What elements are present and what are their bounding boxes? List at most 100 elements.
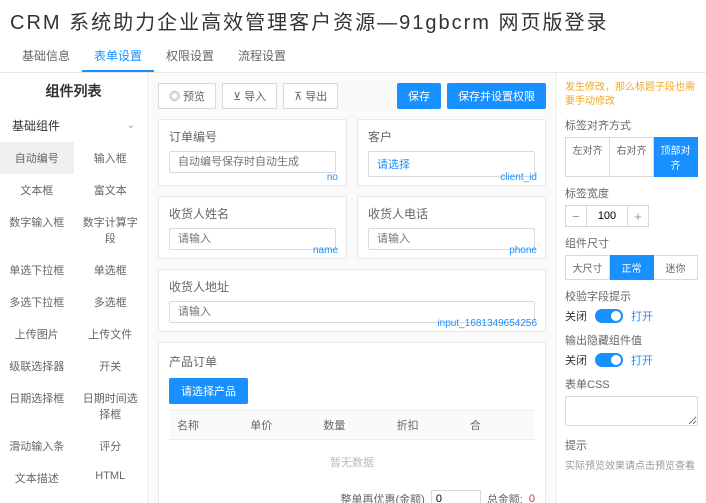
comp-switch[interactable]: 开关	[74, 350, 148, 382]
component-sidebar: 组件列表 基础组件 ⌄ 自动编号 输入框 文本框 富文本 数字输入框 数字计算字…	[0, 73, 148, 503]
align-segment: 左对齐 右对齐 顶部对齐	[565, 137, 698, 177]
on-text: 打开	[631, 308, 653, 324]
comp-auto-number[interactable]: 自动编号	[0, 142, 74, 174]
size-segment: 大尺寸 正常 迷你	[565, 255, 698, 280]
tab-form-design[interactable]: 表单设置	[82, 41, 154, 72]
canvas-toolbar: ◎ 预览 ⊻ 导入 ⊼ 导出 保存 保存并设置权限	[158, 83, 546, 109]
select-product-button[interactable]: 请选择产品	[169, 378, 248, 404]
form-canvas: ◎ 预览 ⊻ 导入 ⊼ 导出 保存 保存并设置权限 订单编号 no 客户 请选择…	[148, 73, 556, 503]
prop-label-width: 标签宽度	[565, 185, 698, 201]
comp-select-multi[interactable]: 多选下拉框	[0, 286, 74, 318]
total-label: 总金额:	[487, 491, 523, 503]
field-id: name	[313, 245, 338, 256]
col-discount: 折扣	[389, 411, 462, 439]
sidebar-title: 组件列表	[0, 73, 147, 109]
comp-datetime-picker[interactable]: 日期时间选择框	[74, 382, 148, 430]
tab-permission[interactable]: 权限设置	[154, 41, 226, 72]
size-normal[interactable]: 正常	[610, 255, 654, 280]
discount-label: 整单再优惠(金额)	[340, 491, 424, 503]
col-price: 单价	[242, 411, 315, 439]
tab-workflow[interactable]: 流程设置	[226, 41, 298, 72]
size-mini[interactable]: 迷你	[654, 255, 698, 280]
prop-tip-label: 提示	[565, 437, 698, 453]
product-footer: 整单再优惠(金额) 总金额: 0	[169, 484, 535, 503]
field-label: 收货人电话	[368, 205, 535, 222]
field-id: input_1681349654256	[437, 318, 537, 329]
page-title: CRM 系统助力企业高效管理客户资源—91gbcrm 网页版登录	[0, 0, 706, 41]
comp-html[interactable]: HTML	[74, 462, 148, 494]
comp-upload-file[interactable]: 上传文件	[74, 318, 148, 350]
prop-size-label: 组件尺寸	[565, 235, 698, 251]
top-tabs: 基础信息 表单设置 权限设置 流程设置	[0, 41, 706, 73]
field-receiver-phone[interactable]: 收货人电话 phone	[357, 196, 546, 259]
field-id: phone	[509, 245, 537, 256]
comp-rate[interactable]: 评分	[74, 430, 148, 462]
comp-number-input[interactable]: 数字输入框	[0, 206, 74, 254]
comp-input[interactable]: 输入框	[74, 142, 148, 174]
align-top[interactable]: 顶部对齐	[654, 137, 698, 177]
size-large[interactable]: 大尺寸	[565, 255, 610, 280]
align-right[interactable]: 右对齐	[610, 137, 654, 177]
product-order-title: 产品订单	[169, 353, 535, 370]
product-order-section[interactable]: 产品订单 请选择产品 名称 单价 数量 折扣 合 暂无数据 整单再优惠(金额) …	[158, 342, 546, 503]
col-qty: 数量	[315, 411, 388, 439]
field-customer[interactable]: 客户 请选择 client_id	[357, 119, 546, 186]
col-total: 合	[462, 411, 535, 439]
comp-text-desc[interactable]: 文本描述	[0, 462, 74, 494]
label-width-input[interactable]	[587, 205, 627, 227]
comp-select-single[interactable]: 单选下拉框	[0, 254, 74, 286]
comp-cascader[interactable]: 级联选择器	[0, 350, 74, 382]
field-id: no	[327, 172, 338, 183]
product-table-header: 名称 单价 数量 折扣 合	[169, 410, 535, 440]
field-receiver-name[interactable]: 收货人姓名 name	[158, 196, 347, 259]
field-id: client_id	[500, 172, 537, 183]
preview-button[interactable]: ◎ 预览	[158, 83, 216, 109]
off-text: 关闭	[565, 308, 587, 324]
save-and-permission-button[interactable]: 保存并设置权限	[447, 83, 546, 109]
prop-css-label: 表单CSS	[565, 376, 698, 392]
prop-validate-label: 校验字段提示	[565, 288, 698, 304]
save-button[interactable]: 保存	[397, 83, 441, 109]
off-text: 关闭	[565, 352, 587, 368]
align-left[interactable]: 左对齐	[565, 137, 610, 177]
field-receiver-address[interactable]: 收货人地址 input_1681349654256	[158, 269, 546, 332]
stepper-plus[interactable]: +	[627, 205, 649, 227]
comp-checkbox[interactable]: 多选框	[74, 286, 148, 318]
field-order-no[interactable]: 订单编号 no	[158, 119, 347, 186]
group-system-components[interactable]: 系统组件 ›	[0, 494, 147, 503]
receiver-name-input[interactable]	[169, 228, 336, 250]
order-no-input[interactable]	[169, 151, 336, 173]
field-label: 客户	[368, 128, 535, 145]
prop-hidden-label: 输出隐藏组件值	[565, 332, 698, 348]
prop-align-label: 标签对齐方式	[565, 117, 698, 133]
validate-switch[interactable]	[595, 309, 623, 323]
tab-basic-info[interactable]: 基础信息	[10, 41, 82, 72]
group-basic-components[interactable]: 基础组件 ⌄	[0, 109, 147, 142]
export-button[interactable]: ⊼ 导出	[283, 83, 338, 109]
on-text: 打开	[631, 352, 653, 368]
comp-upload-image[interactable]: 上传图片	[0, 318, 74, 350]
col-name: 名称	[169, 411, 242, 439]
comp-date-picker[interactable]: 日期选择框	[0, 382, 74, 430]
stepper-minus[interactable]: −	[565, 205, 587, 227]
basic-components-grid: 自动编号 输入框 文本框 富文本 数字输入框 数字计算字段 单选下拉框 单选框 …	[0, 142, 147, 494]
tip-text: 实际预览效果请点击预览查看	[565, 457, 698, 472]
property-panel: 发生修改，那么标题子段也需要手动修改 标签对齐方式 左对齐 右对齐 顶部对齐 标…	[556, 73, 706, 503]
comp-richtext[interactable]: 富文本	[74, 174, 148, 206]
field-label: 收货人地址	[169, 278, 535, 295]
comp-number-calc[interactable]: 数字计算字段	[74, 206, 148, 254]
warning-text: 发生修改，那么标题子段也需要手动修改	[565, 81, 698, 109]
field-label: 订单编号	[169, 128, 336, 145]
empty-placeholder: 暂无数据	[169, 440, 535, 484]
comp-radio[interactable]: 单选框	[74, 254, 148, 286]
label-width-stepper: − +	[565, 205, 698, 227]
form-css-input[interactable]	[565, 396, 698, 426]
import-button[interactable]: ⊻ 导入	[222, 83, 277, 109]
total-amount: 0	[529, 493, 535, 503]
discount-input[interactable]	[431, 490, 481, 503]
comp-slider[interactable]: 滑动输入条	[0, 430, 74, 462]
comp-textarea[interactable]: 文本框	[0, 174, 74, 206]
hidden-output-switch[interactable]	[595, 353, 623, 367]
group-label: 基础组件	[12, 117, 60, 134]
chevron-down-icon: ⌄	[127, 120, 135, 131]
